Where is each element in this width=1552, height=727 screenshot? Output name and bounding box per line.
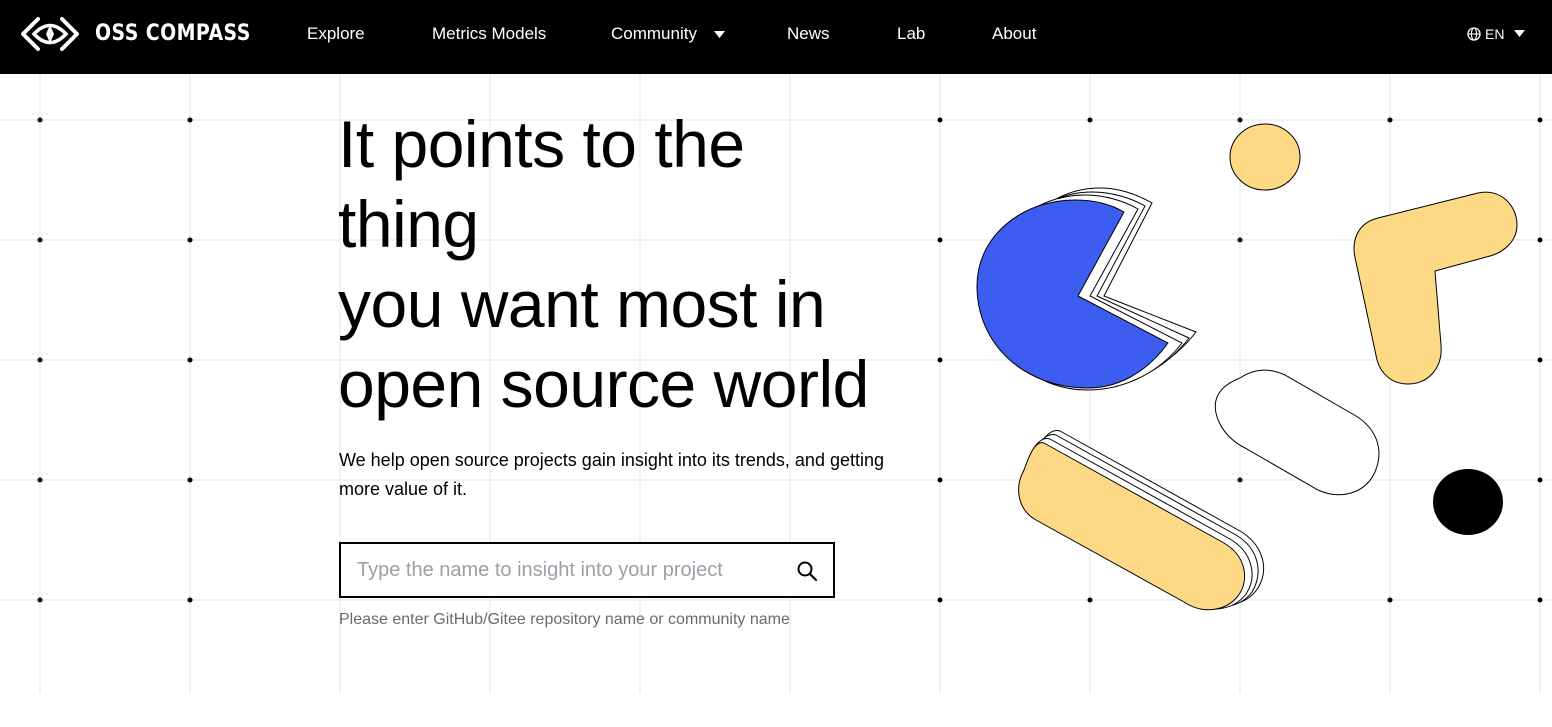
nav-explore[interactable]: Explore [307,0,365,68]
search-hint: Please enter GitHub/Gitee repository nam… [339,611,790,628]
yellow-chevron-shape [1353,191,1518,385]
nav-community-label: Community [611,24,697,43]
yellow-dot-shape [1229,123,1301,191]
headline-line: you want most in [338,267,826,341]
caret-down-icon [713,30,725,38]
headline-line: It points to the [338,107,745,181]
black-dot-shape [1433,469,1503,535]
globe-icon [1467,27,1481,41]
language-switcher[interactable]: EN [1467,0,1526,68]
search-box [339,542,835,598]
nav-community[interactable]: Community [611,0,725,68]
compass-eye-logo-icon[interactable] [20,13,80,55]
caret-down-icon [1514,30,1526,37]
nav-lab[interactable]: Lab [897,0,925,68]
nav-news[interactable]: News [787,0,830,68]
search-input[interactable] [357,544,777,596]
yellow-capsule-stack-shape [1018,430,1265,611]
nav-metrics-models[interactable]: Metrics Models [432,0,546,68]
headline-line: thing [338,187,479,261]
hero-illustration [976,123,1518,611]
white-capsule-shape [1214,369,1380,496]
pacman-shape [976,187,1197,391]
headline-line: open source world [338,347,869,421]
hero-subtitle: We help open source projects gain insigh… [339,450,885,499]
nav-about[interactable]: About [992,0,1036,68]
search-icon[interactable] [796,560,818,582]
hero-headline: It points to the thing you want most in … [338,104,938,424]
top-navbar: OSS COMPASS Explore Metrics Models Commu… [0,0,1552,74]
brand-name[interactable]: OSS COMPASS [95,0,251,68]
language-label: EN [1485,26,1505,42]
